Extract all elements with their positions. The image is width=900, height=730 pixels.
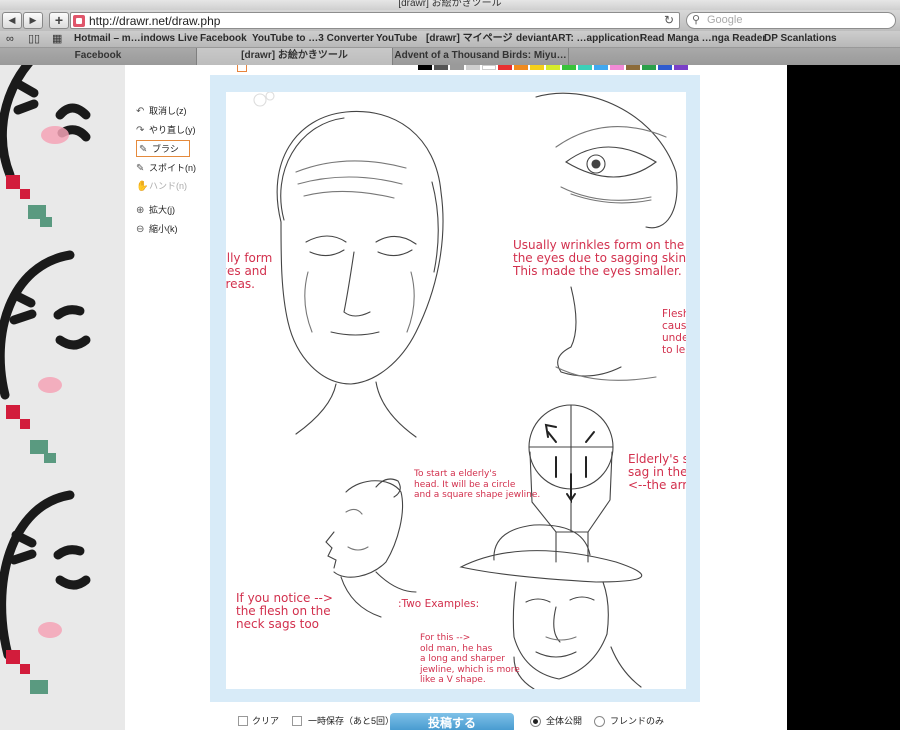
palette-swatch[interactable] <box>546 65 560 70</box>
palette-swatch[interactable] <box>610 65 624 70</box>
palette-swatch[interactable] <box>434 65 448 70</box>
brush-tool[interactable]: ✎ ブラシ <box>136 140 190 157</box>
forward-icon: ▶ <box>29 15 37 25</box>
tab-advent[interactable]: Advent of a Thousand Birds: Miyu… <box>393 48 569 65</box>
palette-swatch[interactable] <box>498 65 512 70</box>
temp-save-button[interactable]: 一時保存（あと5回） <box>308 715 394 727</box>
note-flesh: Flesh will sag which cause the distance … <box>662 308 686 356</box>
eyedropper-tool[interactable]: ✎ スポイト(n) <box>136 160 216 177</box>
palette-swatch[interactable] <box>514 65 528 70</box>
address-bar[interactable]: http://drawr.net/draw.php ↻ <box>70 12 680 29</box>
back-icon: ◀ <box>8 15 16 25</box>
bookmark-item[interactable]: deviantART: …application! <box>516 33 643 45</box>
palette-swatch[interactable] <box>674 65 688 70</box>
note-examples: :Two Examples: <box>398 598 480 610</box>
bookmark-item[interactable]: YouTube to …3 Converter <box>252 33 374 45</box>
tool-label: ハンド(n) <box>149 181 187 191</box>
tool-label: 取消し(z) <box>149 106 187 116</box>
wallpaper-art <box>0 65 91 694</box>
bookmarks-bar: ∞ ▯▯ ▦ Hotmail – m…indows Live Facebook … <box>0 31 900 48</box>
brush-icon: ✎ <box>139 144 148 155</box>
tool-label: ブラシ <box>152 144 179 154</box>
palette-swatch[interactable] <box>594 65 608 70</box>
note-elderly-head: To start a elderly's head. It will be a … <box>414 469 541 500</box>
window-title: [drawr] お絵かきツール <box>0 0 900 10</box>
tool-label: 拡大(j) <box>149 205 175 215</box>
tab-drawr-active[interactable]: [drawr] お絵かきツール <box>197 48 393 65</box>
note-eyes: Usually wrinkles form on the corner of t… <box>513 238 686 278</box>
background-wallpaper <box>0 65 125 730</box>
search-field[interactable]: ⚲ Google <box>686 12 896 29</box>
eyedropper-icon: ✎ <box>136 163 145 174</box>
palette-swatch[interactable] <box>450 65 464 70</box>
palette-swatch[interactable] <box>482 65 496 70</box>
post-button[interactable]: 投稿する <box>390 713 514 730</box>
plus-icon: + <box>54 12 64 28</box>
reload-icon[interactable]: ↻ <box>664 13 674 28</box>
palette-swatch[interactable] <box>562 65 576 70</box>
clear-button[interactable]: クリア <box>252 715 279 727</box>
tab-bar: Facebook [drawr] お絵かきツール Advent of a Tho… <box>0 48 900 65</box>
hand-icon: ✋ <box>136 181 149 192</box>
forward-button[interactable]: ▶ <box>23 12 43 29</box>
search-icon: ⚲ <box>692 14 701 26</box>
bookmark-item[interactable]: Hotmail – m…indows Live <box>74 33 198 45</box>
color-palette <box>230 65 710 73</box>
top-sites-grid-icon[interactable]: ▦ <box>52 33 62 45</box>
palette-swatch[interactable] <box>642 65 656 70</box>
temp-save-icon[interactable] <box>292 716 302 726</box>
zoom-out-tool[interactable]: ⊖ 縮小(k) <box>136 221 216 238</box>
undo-tool[interactable]: ↶ 取消し(z) <box>136 103 216 120</box>
add-bookmark-button[interactable]: + <box>49 12 69 29</box>
friends-only-radio[interactable] <box>594 716 605 727</box>
clear-checkbox-icon[interactable] <box>238 716 248 726</box>
bookmark-item[interactable]: DP Scanlations <box>764 33 837 45</box>
note-skin-direction: Elderly's skin tend to sag in the direct… <box>628 452 686 492</box>
canvas-frame: Wrinkles usually form around the eyes an… <box>210 75 700 702</box>
bookmark-item[interactable]: [drawr] マイページ <box>426 33 512 45</box>
zoom-in-icon: ⊕ <box>136 205 145 216</box>
tool-label: やり直し(y) <box>149 125 196 135</box>
palette-swatch[interactable] <box>578 65 592 70</box>
right-dark-panel <box>787 65 900 730</box>
note-old-man: For this --> old man, he has a long and … <box>420 633 520 685</box>
bookmark-item[interactable]: Facebook <box>200 33 247 45</box>
public-radio[interactable] <box>530 716 541 727</box>
reading-list-icon[interactable]: ∞ <box>6 33 14 45</box>
note-wrinkles: Wrinkles usually form around the eyes an… <box>226 251 273 291</box>
palette-swatch[interactable] <box>626 65 640 70</box>
bookmark-item[interactable]: YouTube <box>376 33 417 45</box>
back-button[interactable]: ◀ <box>2 12 22 29</box>
current-color-swatch[interactable] <box>237 65 247 72</box>
drawing-canvas[interactable]: Wrinkles usually form around the eyes an… <box>226 92 686 689</box>
palette-swatch[interactable] <box>466 65 480 70</box>
hand-tool[interactable]: ✋ハンド(n) <box>136 178 216 195</box>
palette-swatch[interactable] <box>418 65 432 70</box>
tool-label: 縮小(k) <box>149 224 178 234</box>
bookmarks-book-icon[interactable]: ▯▯ <box>28 33 40 45</box>
public-label: 全体公開 <box>546 716 583 726</box>
redo-tool[interactable]: ↷ やり直し(y) <box>136 122 216 139</box>
palette-swatch[interactable] <box>530 65 544 70</box>
note-neck: If you notice --> the flesh on the neck … <box>236 591 333 631</box>
zoom-out-icon: ⊖ <box>136 224 145 235</box>
bookmark-item[interactable]: Read Manga …nga Reader <box>640 33 766 45</box>
friends-only-label: フレンドのみ <box>610 716 665 726</box>
palette-swatch[interactable] <box>658 65 672 70</box>
search-placeholder: Google <box>707 14 743 26</box>
browser-toolbar: ◀ ▶ + http://drawr.net/draw.php ↻ ⚲ Goog… <box>0 10 900 31</box>
tool-label: スポイト(n) <box>149 163 196 173</box>
url-text: http://drawr.net/draw.php <box>89 14 221 28</box>
bottom-controls: クリア 一時保存（あと5回） 投稿する 全体公開 フレンドのみ <box>210 708 787 730</box>
redo-icon: ↷ <box>136 125 145 136</box>
page-content: ↶ 取消し(z) ↷ やり直し(y) ✎ ブラシ ✎ スポイト(n) ✋ハンド(n) ⊕… <box>0 65 900 730</box>
tab-facebook[interactable]: Facebook <box>0 48 197 65</box>
undo-icon: ↶ <box>136 106 145 117</box>
zoom-in-tool[interactable]: ⊕ 拡大(j) <box>136 202 216 219</box>
site-favicon-icon <box>73 15 85 27</box>
